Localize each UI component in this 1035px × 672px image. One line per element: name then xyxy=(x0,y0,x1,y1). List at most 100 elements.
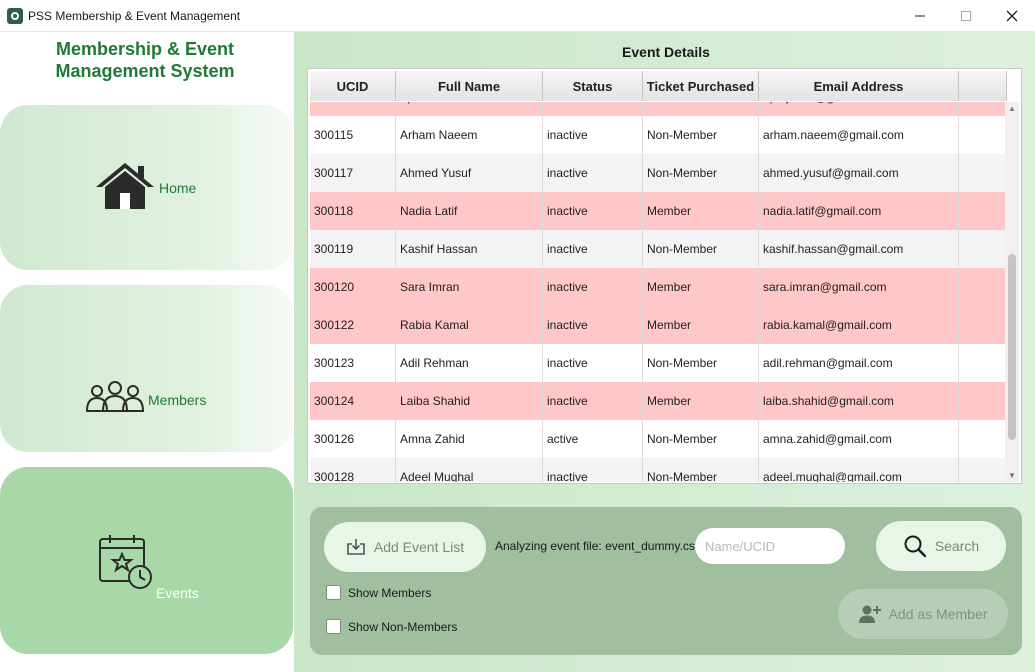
cell-blank xyxy=(959,420,1007,458)
column-header-blank[interactable] xyxy=(959,71,1007,101)
scroll-up-arrow-icon[interactable]: ▲ xyxy=(1008,104,1016,113)
search-input[interactable] xyxy=(695,528,845,564)
add-as-member-label: Add as Member xyxy=(888,606,988,622)
column-header-ucid[interactable]: UCID xyxy=(310,71,396,101)
column-header-ticket-purchased[interactable]: Ticket Purchased xyxy=(643,71,759,101)
table-row[interactable]: 300123 Adil Rehman inactive Non-Member adil.… xyxy=(310,344,1007,382)
sidebar-item-home[interactable]: Home xyxy=(0,105,293,270)
cell-email: sara.imran@gmail.com xyxy=(759,268,959,306)
cell-ucid: 300119 xyxy=(310,230,396,268)
cell-status: inactive xyxy=(543,116,643,154)
cell-ticket: Non-Member xyxy=(643,230,759,268)
cell-blank xyxy=(959,458,1007,482)
table-row[interactable]: 300122 Rabia Kamal inactive Member rabia.kam… xyxy=(310,306,1007,344)
show-members-option[interactable]: Show Members xyxy=(326,585,431,600)
table-row[interactable]: 300120 Sara Imran inactive Member sara.imran… xyxy=(310,268,1007,306)
cell-email: adeel.mughal@gmail.com xyxy=(759,458,959,482)
sidebar: Membership & Event Management System Hom… xyxy=(0,32,294,672)
app-heading-line-1: Membership & Event xyxy=(55,39,235,59)
cell-email: iqra.javed@gmail.com xyxy=(759,102,959,116)
cell-ticket: Non-Member xyxy=(643,116,759,154)
cell-ticket: Member xyxy=(643,268,759,306)
cell-email: adil.rehman@gmail.com xyxy=(759,344,959,382)
search-button[interactable]: Search xyxy=(876,521,1006,571)
close-button[interactable] xyxy=(989,0,1035,32)
cell-status: active xyxy=(543,420,643,458)
table-row[interactable]: 300124 Laiba Shahid inactive Member laiba.sh… xyxy=(310,382,1007,420)
table-row[interactable]: 300128 Adeel Mughal inactive Non-Member adee… xyxy=(310,458,1007,482)
cell-status: inactive xyxy=(543,154,643,192)
table-row[interactable]: 300115 Arham Naeem inactive Non-Member arham… xyxy=(310,116,1007,154)
cell-email: ahmed.yusuf@gmail.com xyxy=(759,154,959,192)
app-heading-line-2: Management System xyxy=(55,61,235,81)
cell-status: inactive xyxy=(543,458,643,482)
column-header-email-address[interactable]: Email Address xyxy=(759,71,959,101)
sidebar-item-home-label: Home xyxy=(159,180,197,196)
table-row[interactable]: 300114Iqra JavedactiveMemberiqra.javed@g… xyxy=(310,102,1007,116)
cell-blank xyxy=(959,116,1007,154)
cell-ucid: 300122 xyxy=(310,306,396,344)
column-header-status[interactable]: Status xyxy=(543,71,643,101)
cell-full-name: Iqra Javed xyxy=(396,102,543,116)
cell-ucid: 300120 xyxy=(310,268,396,306)
table-row[interactable]: 300117 Ahmed Yusuf inactive Non-Member ahmed… xyxy=(310,154,1007,192)
cell-ticket: Non-Member xyxy=(643,458,759,482)
table-header: UCID Full Name Status Ticket Purchased E… xyxy=(310,71,1007,101)
cell-ticket: Non-Member xyxy=(643,154,759,192)
add-as-member-button[interactable]: Add as Member xyxy=(838,589,1008,639)
cell-full-name: Kashif Hassan xyxy=(396,230,543,268)
cell-blank xyxy=(959,382,1007,420)
maximize-button[interactable] xyxy=(943,0,989,32)
cell-ucid: 300128 xyxy=(310,458,396,482)
scroll-down-arrow-icon[interactable]: ▼ xyxy=(1008,471,1016,480)
cell-status: inactive xyxy=(543,382,643,420)
event-details-title: Event Details xyxy=(622,44,710,60)
show-non-members-label: Show Non-Members xyxy=(348,619,458,634)
cell-email: rabia.kamal@gmail.com xyxy=(759,306,959,344)
cell-email: arham.naeem@gmail.com xyxy=(759,116,959,154)
cell-ticket: Member xyxy=(643,306,759,344)
app-icon xyxy=(7,8,23,24)
cell-ucid: 300123 xyxy=(310,344,396,382)
scrollbar-thumb[interactable] xyxy=(1008,254,1016,440)
table-row[interactable]: 300119 Kashif Hassan inactive Non-Member kas… xyxy=(310,230,1007,268)
cell-full-name: Sara Imran xyxy=(396,268,543,306)
add-user-icon xyxy=(858,605,881,623)
analyzing-file-status: Analyzing event file: event_dummy.csv xyxy=(495,539,701,553)
cell-ucid: 300117 xyxy=(310,154,396,192)
cell-full-name: Nadia Latif xyxy=(396,192,543,230)
cell-full-name: Laiba Shahid xyxy=(396,382,543,420)
calendar-icon xyxy=(99,535,152,589)
cell-status: inactive xyxy=(543,268,643,306)
cell-status: inactive xyxy=(543,344,643,382)
cell-blank xyxy=(959,306,1007,344)
table-row[interactable]: 300126 Amna Zahid active Non-Member amna.zah… xyxy=(310,420,1007,458)
show-members-label: Show Members xyxy=(348,585,432,600)
cell-full-name: Adeel Mughal xyxy=(396,458,543,482)
maximize-icon xyxy=(961,11,971,21)
sidebar-item-members[interactable]: Members xyxy=(0,285,293,452)
sidebar-item-events[interactable]: Events xyxy=(0,467,293,654)
show-members-checkbox[interactable] xyxy=(326,585,341,600)
title-bar: PSS Membership & Event Management xyxy=(0,0,1035,32)
cell-blank xyxy=(959,344,1007,382)
column-header-full-name[interactable]: Full Name xyxy=(396,71,543,101)
controls-panel: Add Event List Analyzing event file: eve… xyxy=(310,507,1022,655)
add-event-list-button[interactable]: Add Event List xyxy=(324,522,486,572)
main-panel: Event Details UCID Full Name Status Tick… xyxy=(294,32,1035,672)
import-icon xyxy=(347,539,365,555)
show-non-members-checkbox[interactable] xyxy=(326,619,341,634)
window-title: PSS Membership & Event Management xyxy=(28,9,241,23)
cell-status: active xyxy=(543,102,643,116)
members-icon xyxy=(85,381,145,412)
search-icon xyxy=(904,535,927,558)
minimize-button[interactable] xyxy=(897,0,943,32)
table-scrollbar[interactable]: ▲ ▼ xyxy=(1005,102,1019,482)
table-row[interactable]: 300118 Nadia Latif inactive Member nadia.lat… xyxy=(310,192,1007,230)
show-non-members-option[interactable]: Show Non-Members xyxy=(326,619,457,634)
cell-ticket: Non-Member xyxy=(643,420,759,458)
cell-email: nadia.latif@gmail.com xyxy=(759,192,959,230)
cell-blank xyxy=(959,268,1007,306)
cell-ucid: 300118 xyxy=(310,192,396,230)
cell-full-name: Amna Zahid xyxy=(396,420,543,458)
